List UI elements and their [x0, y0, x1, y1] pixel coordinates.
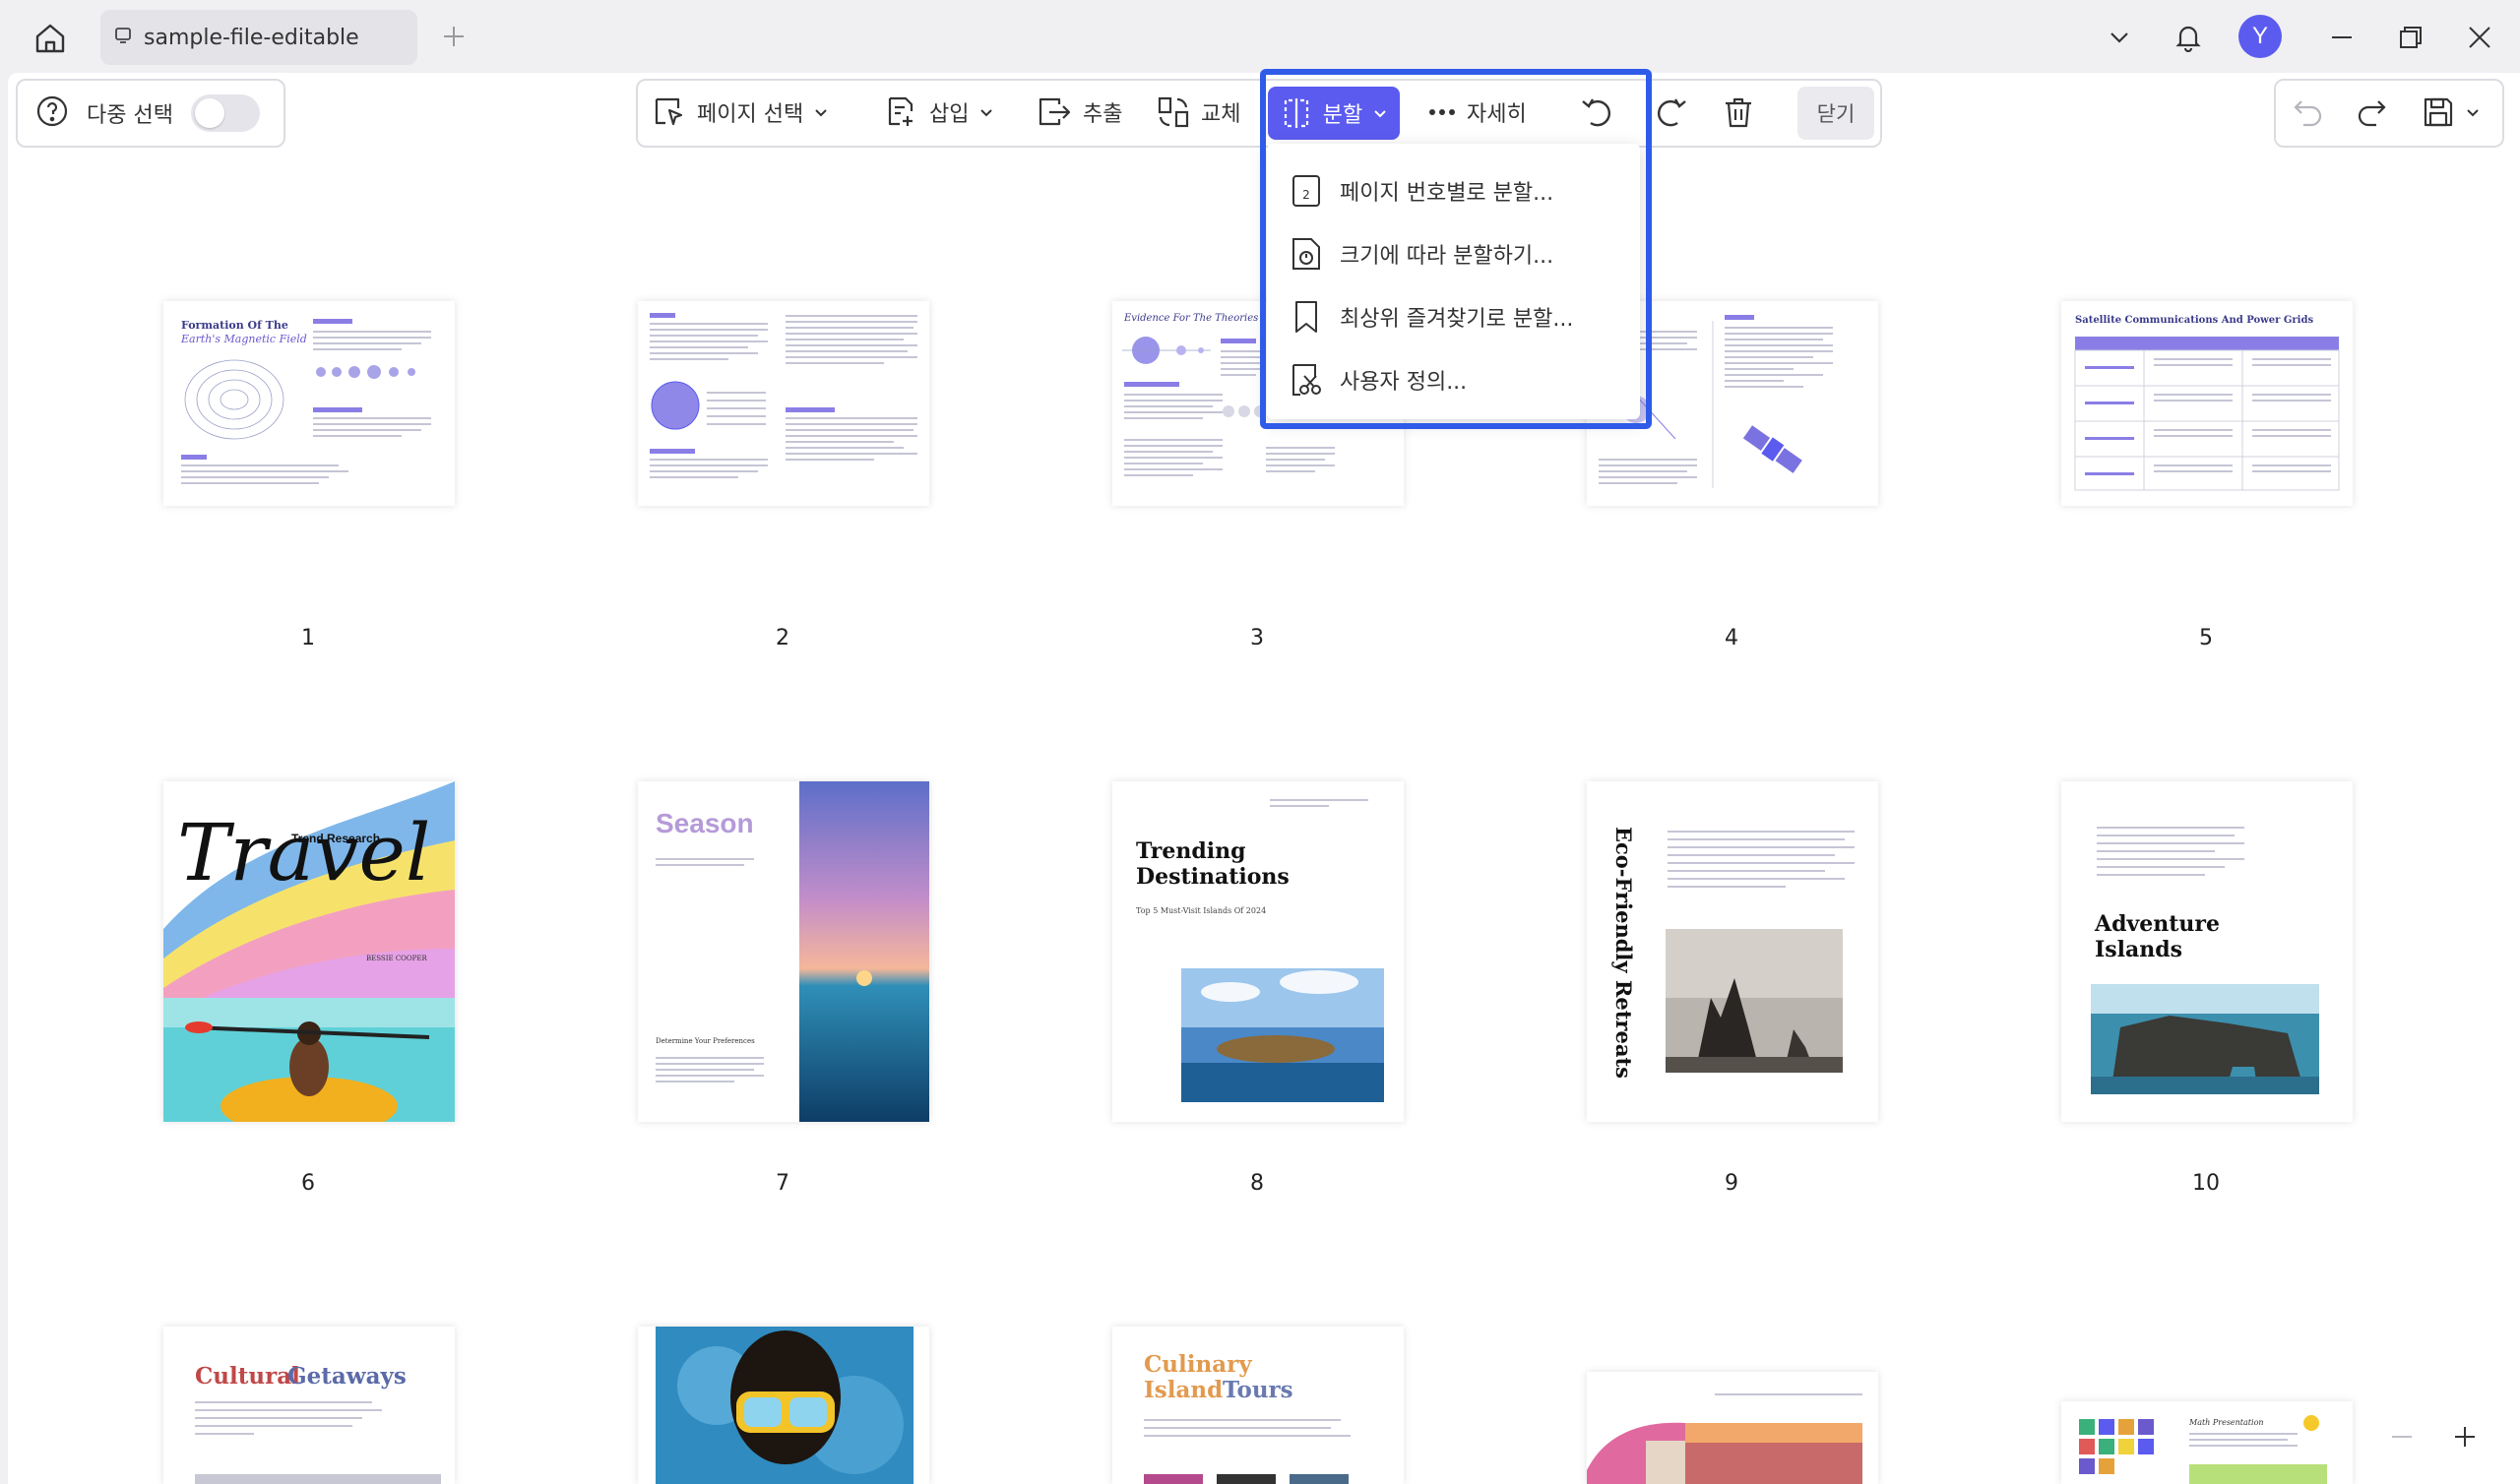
insert-label: 삽입 [929, 102, 970, 127]
page-number-8: 8 [1250, 1171, 1264, 1196]
svg-text:Getaways: Getaways [287, 1363, 407, 1390]
page-number-9: 9 [1725, 1171, 1738, 1196]
insert-page-icon [888, 96, 914, 126]
tab-list-chevron-icon[interactable] [2097, 14, 2142, 61]
page-select-label: 페이지 선택 [697, 102, 804, 127]
svg-text:Trending: Trending [1136, 838, 1245, 864]
minimize-icon[interactable] [2319, 14, 2364, 61]
page-thumbnail-12[interactable] [638, 1327, 929, 1484]
redo-icon [2358, 100, 2386, 127]
restore-icon[interactable] [2388, 14, 2433, 61]
help-icon[interactable] [35, 94, 69, 132]
delete-button[interactable] [1721, 89, 1756, 136]
page-number-10: 10 [2192, 1171, 2220, 1196]
svg-text:Islands: Islands [2095, 937, 2182, 962]
thumb-heading: Evidence For The Theories [1123, 313, 1258, 324]
avatar[interactable]: Y [2238, 15, 2282, 58]
page-thumbnail-1[interactable]: Formation Of The Earth's Magnetic Field [163, 301, 455, 506]
page-thumbnail-14[interactable] [1587, 1372, 1878, 1484]
page-thumbnail-13[interactable]: Culinary Island Tours [1112, 1327, 1404, 1484]
zoom-in-button[interactable] [2445, 1417, 2485, 1456]
page-number-2: 2 [776, 626, 789, 650]
page-thumbnail-7[interactable]: Season Determine Your Preferences [638, 781, 929, 1122]
thumb-heading: Eco-Friendly Retreats [1611, 827, 1636, 1079]
page-thumbnail-8[interactable]: Trending Destinations Top 5 Must-Visit I… [1112, 781, 1404, 1122]
thumb-subtitle: Determine Your Preferences [656, 1037, 755, 1045]
svg-text:Tours: Tours [1223, 1377, 1293, 1403]
thumb-subtitle: Trend Research [291, 832, 380, 845]
close-organizer-button[interactable]: 닫기 [1797, 87, 1874, 140]
file-icon [114, 27, 132, 48]
document-tab[interactable]: sample-file-editable [100, 10, 417, 65]
zoom-out-button[interactable] [2382, 1417, 2422, 1456]
trash-icon [1726, 97, 1751, 128]
page-select-button[interactable]: 페이지 선택 [652, 89, 829, 136]
thumb-heading: Formation Of The [181, 319, 288, 332]
page-number-4: 4 [1725, 626, 1738, 650]
chevron-down-icon [2467, 109, 2479, 117]
page-thumbnail-5[interactable]: Satellite Communications And Power Grids [2061, 301, 2353, 506]
thumb-subtitle: Top 5 Must-Visit Islands Of 2024 [1136, 906, 1266, 915]
split-menu-highlight [1260, 69, 1652, 429]
page-thumbnail-10[interactable]: Adventure Islands [2061, 781, 2353, 1122]
page-number-3: 3 [1250, 626, 1264, 650]
svg-text:Destinations: Destinations [1136, 864, 1290, 890]
page-thumbnail-11[interactable]: Cultural Getaways [163, 1327, 455, 1484]
chevron-down-icon [815, 109, 827, 117]
title-bar: sample-file-editable Y [0, 0, 2520, 73]
save-icon [2424, 97, 2453, 127]
svg-text:Culinary: Culinary [1144, 1351, 1252, 1378]
thumb-heading: Math Presentation [2188, 1418, 2264, 1427]
insert-button[interactable]: 삽입 [884, 89, 994, 136]
chevron-down-icon [980, 109, 993, 117]
svg-text:Adventure: Adventure [2094, 911, 2220, 937]
page-number-1: 1 [301, 626, 315, 650]
replace-label: 교체 [1201, 102, 1241, 127]
new-tab-button[interactable] [437, 20, 471, 53]
thumb-heading-2: Earth's Magnetic Field [180, 333, 307, 345]
svg-text:Cultural: Cultural [195, 1363, 300, 1390]
page-number-5: 5 [2199, 626, 2213, 650]
bell-icon[interactable] [2166, 14, 2211, 61]
replace-icon [1158, 96, 1189, 128]
replace-button[interactable]: 교체 [1156, 89, 1240, 136]
page-thumbnail-9[interactable]: Eco-Friendly Retreats [1587, 781, 1878, 1122]
thumb-heading: Travel [177, 807, 430, 898]
page-thumbnail-15[interactable]: Math Presentation [2061, 1401, 2353, 1484]
undo-button[interactable] [2292, 89, 2325, 136]
multi-select-toggle[interactable] [190, 94, 260, 132]
page-number-6: 6 [301, 1171, 315, 1196]
page-thumbnail-6[interactable]: Travel Trend Research BESSIE COOPER [163, 781, 455, 1122]
thumb-heading: Satellite Communications And Power Grids [2075, 315, 2313, 326]
page-number-7: 7 [776, 1171, 789, 1196]
close-window-icon[interactable] [2457, 14, 2502, 61]
multi-select-label: 다중 선택 [87, 103, 173, 128]
rotate-right-button[interactable] [1652, 89, 1689, 136]
thumb-author: BESSIE COOPER [366, 955, 427, 962]
undo-icon [2294, 100, 2322, 127]
extract-icon [1039, 97, 1071, 126]
extract-label: 추출 [1083, 102, 1123, 127]
rotate-right-icon [1658, 98, 1686, 127]
extract-button[interactable]: 추출 [1036, 89, 1122, 136]
thumb-heading: Season [656, 808, 754, 838]
pointer-icon [655, 97, 683, 126]
multi-select-panel: 다중 선택 [16, 79, 285, 148]
redo-button[interactable] [2355, 89, 2388, 136]
tab-title: sample-file-editable [144, 25, 359, 50]
page-thumbnail-2[interactable] [638, 301, 929, 506]
save-button[interactable] [2422, 89, 2481, 136]
svg-text:Island: Island [1144, 1377, 1223, 1403]
home-icon[interactable] [30, 18, 71, 59]
